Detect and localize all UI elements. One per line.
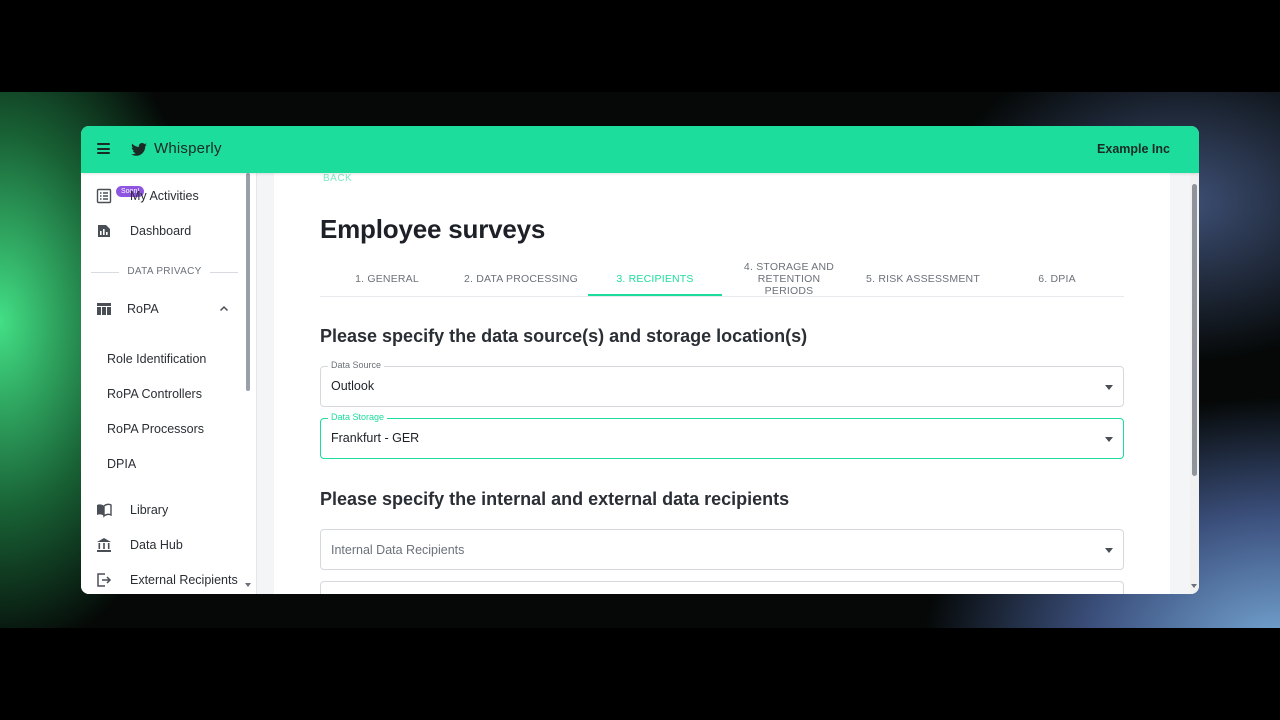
page-title: Employee surveys [320, 214, 546, 244]
tab-data-processing[interactable]: 2. DATA PROCESSING [454, 261, 588, 297]
sidebar-item-label: RoPA [127, 302, 159, 316]
data-storage-label: Data Storage [328, 412, 388, 422]
sidebar-subitem-label: RoPA Processors [107, 422, 205, 436]
data-source-value: Outlook [331, 379, 375, 393]
section-divider-data-privacy: DATA PRIVACY [91, 265, 238, 279]
brand-name[interactable]: Whisperly [154, 140, 222, 157]
internal-recipients-placeholder: Internal Data Recipients [331, 543, 465, 557]
sidebar-item-label: Dashboard [130, 224, 192, 238]
sidebar-subitem-label: Role Identification [107, 352, 207, 366]
app-bar: Whisperly Example Inc [81, 126, 1199, 173]
sidebar: Soon! My Activities Dashboard DATA PRIVA… [81, 173, 257, 594]
sidebar-item-dashboard[interactable]: Dashboard [81, 216, 249, 246]
app-window: Whisperly Example Inc Soon! My Activitie… [81, 126, 1199, 594]
sidebar-item-my-activities[interactable]: Soon! My Activities [81, 181, 249, 211]
main-scrollbar-thumb[interactable] [1192, 184, 1197, 476]
sidebar-subitem-label: RoPA Controllers [107, 387, 202, 401]
book-icon [97, 503, 112, 518]
tab-storage-and-retention[interactable]: 4. STORAGE AND RETENTION PERIODS [722, 261, 856, 297]
dashboard-icon [98, 225, 110, 237]
sidebar-item-ropa-processors[interactable]: RoPA Processors [81, 414, 249, 444]
sidebar-item-data-hub[interactable]: Data Hub [81, 530, 249, 560]
tab-general[interactable]: 1. GENERAL [320, 261, 454, 297]
step-tabs: 1. GENERAL 2. DATA PROCESSING 3. RECIPIE… [320, 261, 1124, 297]
sidebar-item-external-recipients[interactable]: External Recipients [81, 565, 249, 594]
sidebar-item-library[interactable]: Library [81, 495, 249, 525]
sidebar-item-label: External Recipients [130, 573, 238, 587]
data-storage-value: Frankfurt - GER [331, 431, 420, 445]
data-storage-select[interactable]: Data Storage Frankfurt - GER [320, 412, 1124, 459]
active-tab-indicator [588, 294, 722, 296]
chevron-up-icon[interactable] [219, 304, 229, 314]
table-icon [97, 303, 111, 315]
external-recipients-select[interactable] [320, 581, 1124, 594]
sidebar-item-ropa[interactable]: RoPA [81, 294, 249, 324]
tab-recipients[interactable]: 3. RECIPIENTS [588, 261, 722, 297]
sidebar-item-label: My Activities [130, 189, 199, 203]
exit-icon [97, 573, 112, 587]
main-content-card: BACK Employee surveys 1. GENERAL 2. DATA… [274, 173, 1170, 594]
hamburger-menu-icon[interactable] [97, 143, 110, 154]
back-link[interactable]: BACK [323, 173, 352, 184]
tab-risk-assessment[interactable]: 5. RISK ASSESSMENT [856, 261, 990, 297]
dropdown-caret-icon [1105, 385, 1113, 390]
sidebar-scroll-down-arrow-icon[interactable] [245, 583, 251, 587]
section-heading-data-source: Please specify the data source(s) and st… [320, 326, 808, 346]
internal-recipients-select[interactable]: Internal Data Recipients [320, 529, 1124, 570]
section-heading-recipients: Please specify the internal and external… [320, 489, 790, 509]
sidebar-item-label: Library [130, 503, 169, 517]
sidebar-item-dpia[interactable]: DPIA [81, 449, 249, 479]
data-source-label: Data Source [328, 360, 385, 370]
dropdown-caret-icon [1105, 548, 1113, 553]
sidebar-item-label: Data Hub [130, 538, 183, 552]
dropdown-caret-icon [1105, 437, 1113, 442]
sidebar-item-role-identification[interactable]: Role Identification [81, 344, 249, 374]
sidebar-item-ropa-controllers[interactable]: RoPA Controllers [81, 379, 249, 409]
bird-logo-icon [131, 143, 147, 156]
main-scroll-down-arrow-icon[interactable] [1191, 584, 1197, 588]
sidebar-scrollbar-thumb[interactable] [246, 173, 250, 391]
organization-name[interactable]: Example Inc [1097, 142, 1170, 156]
sidebar-subitem-label: DPIA [107, 457, 137, 471]
list-icon [96, 188, 112, 204]
data-source-select[interactable]: Data Source Outlook [320, 360, 1124, 407]
bank-icon [97, 538, 111, 552]
tab-dpia[interactable]: 6. DPIA [990, 261, 1124, 297]
